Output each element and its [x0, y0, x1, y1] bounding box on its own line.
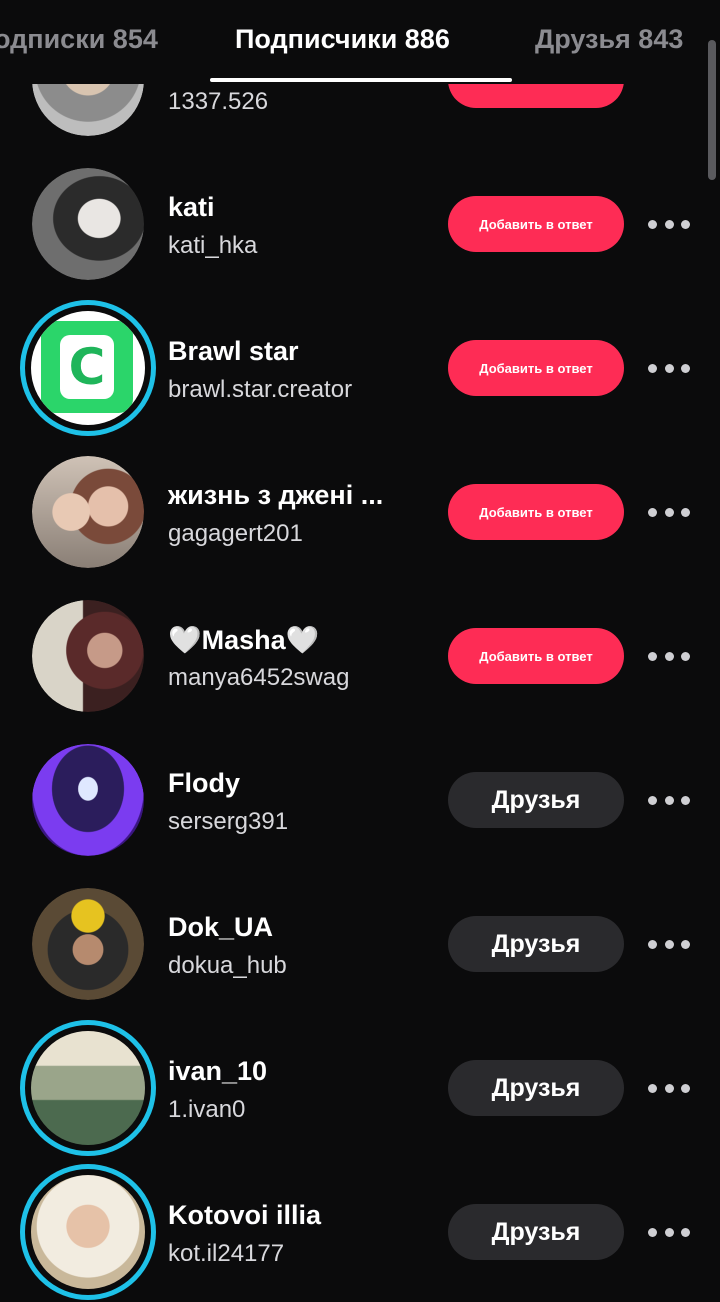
user-handle: brawl.star.creator [168, 376, 353, 403]
followers-list: 1337.526 kati kati_hka Добавить в ответ … [0, 0, 720, 1300]
scrollbar[interactable] [708, 40, 716, 180]
user-handle: gagagert201 [168, 520, 303, 547]
user-handle: kati_hka [168, 232, 258, 259]
avatar[interactable]: C [20, 300, 156, 436]
list-item[interactable]: kati kati_hka Добавить в ответ [0, 150, 720, 294]
add-to-reply-button[interactable]: Добавить в ответ [448, 340, 624, 396]
tab-followers[interactable]: Подписчики 886 [235, 24, 450, 55]
user-name: Brawl star [168, 336, 299, 366]
user-name: ivan_10 [168, 1056, 268, 1086]
more-options-icon[interactable] [648, 934, 690, 954]
more-options-icon[interactable] [648, 646, 690, 666]
list-item[interactable]: Flody serserg391 Друзья [0, 726, 720, 870]
more-options-icon[interactable] [648, 358, 690, 378]
user-name: Dok_UA [168, 912, 274, 942]
avatar[interactable] [32, 168, 144, 280]
add-to-reply-button[interactable]: Добавить в ответ [448, 628, 624, 684]
friends-button[interactable]: Друзья [448, 1060, 624, 1116]
avatar[interactable] [32, 744, 144, 856]
list-item[interactable]: Kotovoi illia kot.il24177 Друзья [0, 1158, 720, 1302]
tab-following[interactable]: одписки 854 [0, 24, 158, 55]
user-handle: manya6452swag [168, 664, 350, 691]
list-item[interactable]: жизнь з джені ... gagagert201 Добавить в… [0, 438, 720, 582]
more-options-icon[interactable] [648, 790, 690, 810]
list-item[interactable]: C Brawl star brawl.star.creator Добавить… [0, 294, 720, 438]
avatar[interactable] [32, 600, 144, 712]
avatar[interactable] [20, 1020, 156, 1156]
user-name: Flody [168, 768, 240, 798]
add-to-reply-button[interactable]: Добавить в ответ [448, 484, 624, 540]
more-options-icon[interactable] [648, 502, 690, 522]
active-tab-indicator [210, 78, 512, 82]
list-item[interactable]: Dok_UA dokua_hub Друзья [0, 870, 720, 1014]
more-options-icon[interactable] [648, 1222, 690, 1242]
add-to-reply-button[interactable]: Добавить в ответ [448, 196, 624, 252]
avatar[interactable] [32, 456, 144, 568]
more-options-icon[interactable] [648, 214, 690, 234]
tab-bar: одписки 854 Подписчики 886 Друзья 843 [0, 0, 720, 84]
more-options-icon[interactable] [648, 1078, 690, 1098]
friends-button[interactable]: Друзья [448, 772, 624, 828]
list-item[interactable]: 🤍Masha🤍 manya6452swag Добавить в ответ [0, 582, 720, 726]
user-handle: kot.il24177 [168, 1240, 285, 1267]
user-handle: serserg391 [168, 808, 289, 835]
friends-button[interactable]: Друзья [448, 916, 624, 972]
user-name: жизнь з джені ... [168, 480, 384, 510]
user-name: kati [168, 192, 215, 222]
list-item[interactable]: ivan_10 1.ivan0 Друзья [0, 1014, 720, 1158]
user-name: 🤍Masha🤍 [168, 625, 320, 655]
tab-friends[interactable]: Друзья 843 [535, 24, 683, 55]
avatar[interactable] [32, 888, 144, 1000]
user-handle: dokua_hub [168, 952, 287, 979]
user-handle: 1.ivan0 [168, 1096, 246, 1123]
user-handle: 1337.526 [168, 88, 269, 115]
friends-button[interactable]: Друзья [448, 1204, 624, 1260]
brawl-logo-icon: C [41, 321, 133, 413]
user-name: Kotovoi illia [168, 1200, 322, 1230]
